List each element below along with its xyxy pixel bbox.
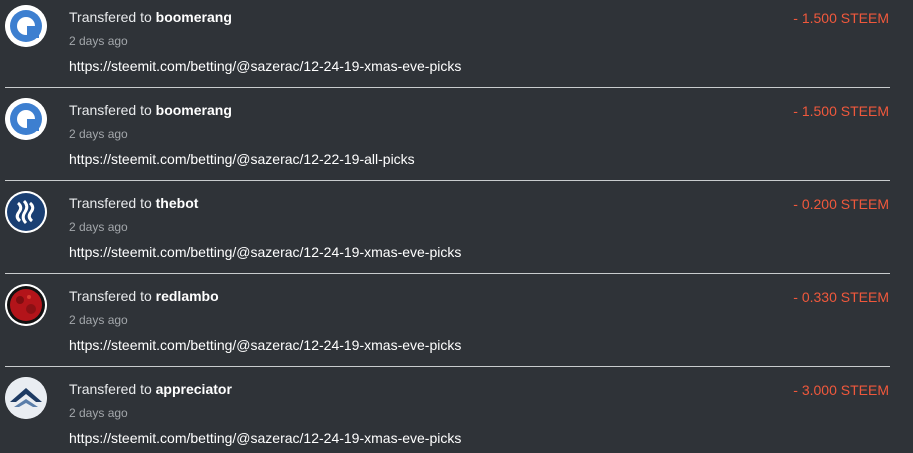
transfer-title: Transfered to appreciator bbox=[69, 381, 232, 397]
transfer-row: Transfered to appreciator 2 days ago htt… bbox=[0, 372, 913, 453]
row-divider bbox=[5, 273, 890, 274]
recipient-link[interactable]: redlambo bbox=[156, 288, 219, 304]
transfer-time: 2 days ago bbox=[69, 220, 128, 234]
transfer-prefix: Transfered to bbox=[69, 381, 152, 397]
transfer-amount: - 0.200 STEEM bbox=[793, 196, 889, 212]
transfer-title: Transfered to boomerang bbox=[69, 102, 232, 118]
transfer-time: 2 days ago bbox=[69, 313, 128, 327]
transfer-amount: - 1.500 STEEM bbox=[793, 10, 889, 26]
transfer-prefix: Transfered to bbox=[69, 288, 152, 304]
recipient-link[interactable]: thebot bbox=[156, 195, 199, 211]
transfer-title: Transfered to boomerang bbox=[69, 9, 232, 25]
transfer-amount: - 0.330 STEEM bbox=[793, 289, 889, 305]
row-divider bbox=[5, 180, 890, 181]
red-moon-avatar-icon[interactable] bbox=[5, 284, 47, 326]
transfer-row: Transfered to boomerang 2 days ago https… bbox=[0, 0, 913, 93]
transfer-row: Transfered to boomerang 2 days ago https… bbox=[0, 93, 913, 186]
transfer-memo-link[interactable]: https://steemit.com/betting/@sazerac/12-… bbox=[69, 337, 461, 353]
transfer-amount: - 3.000 STEEM bbox=[793, 382, 889, 398]
transfer-memo-link[interactable]: https://steemit.com/betting/@sazerac/12-… bbox=[69, 151, 415, 167]
appreciator-avatar-icon[interactable] bbox=[5, 377, 47, 419]
boomerang-avatar-icon[interactable] bbox=[5, 98, 47, 140]
transfer-prefix: Transfered to bbox=[69, 9, 152, 25]
transfer-time: 2 days ago bbox=[69, 406, 128, 420]
transfer-time: 2 days ago bbox=[69, 34, 128, 48]
transfer-history-list: Transfered to boomerang 2 days ago https… bbox=[0, 0, 913, 453]
transfer-time: 2 days ago bbox=[69, 127, 128, 141]
recipient-link[interactable]: boomerang bbox=[156, 9, 232, 25]
transfer-prefix: Transfered to bbox=[69, 195, 152, 211]
row-divider bbox=[5, 366, 890, 367]
transfer-memo-link[interactable]: https://steemit.com/betting/@sazerac/12-… bbox=[69, 430, 461, 446]
recipient-link[interactable]: boomerang bbox=[156, 102, 232, 118]
row-divider bbox=[5, 87, 890, 88]
transfer-memo-link[interactable]: https://steemit.com/betting/@sazerac/12-… bbox=[69, 244, 461, 260]
transfer-prefix: Transfered to bbox=[69, 102, 152, 118]
transfer-title: Transfered to redlambo bbox=[69, 288, 219, 304]
recipient-link[interactable]: appreciator bbox=[156, 381, 232, 397]
transfer-amount: - 1.500 STEEM bbox=[793, 103, 889, 119]
transfer-row: Transfered to redlambo 2 days ago https:… bbox=[0, 279, 913, 372]
boomerang-avatar-icon[interactable] bbox=[5, 5, 47, 47]
steem-logo-avatar-icon[interactable] bbox=[5, 191, 47, 233]
transfer-title: Transfered to thebot bbox=[69, 195, 198, 211]
transfer-row: Transfered to thebot 2 days ago https://… bbox=[0, 186, 913, 279]
transfer-memo-link[interactable]: https://steemit.com/betting/@sazerac/12-… bbox=[69, 58, 461, 74]
